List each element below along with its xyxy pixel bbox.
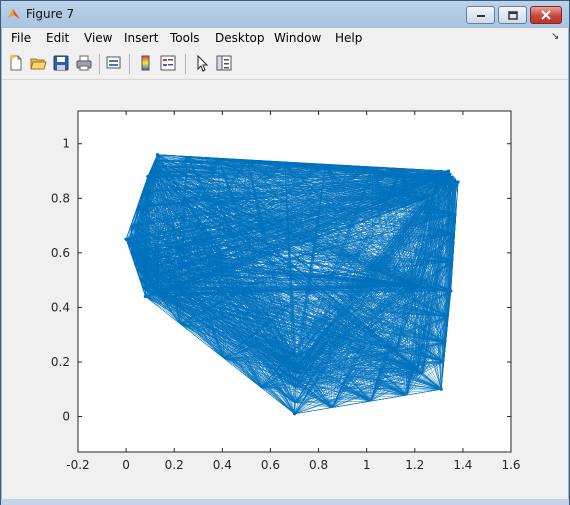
x-tick-label: -0.2	[66, 458, 89, 472]
menu-tools[interactable]: Tools	[170, 31, 200, 45]
y-tick-label: 0.8	[51, 191, 70, 205]
graph-vertex	[456, 180, 460, 184]
dock-arrow-icon[interactable]: ↘	[551, 31, 559, 42]
x-tick-label: 1.2	[405, 458, 424, 472]
graph-vertex	[124, 237, 128, 241]
close-button[interactable]	[530, 6, 562, 24]
x-tick-label: 0.6	[261, 458, 280, 472]
x-tick-label: 0.2	[165, 458, 184, 472]
minimize-icon	[476, 15, 485, 17]
menu-file[interactable]: File	[11, 31, 31, 45]
save-icon[interactable]	[52, 54, 70, 72]
toolbar-separator	[129, 54, 130, 74]
graph-vertex	[446, 169, 451, 173]
menu-view[interactable]: View	[84, 31, 112, 45]
menu-desktop[interactable]: Desktop	[215, 31, 265, 45]
menu-help[interactable]: Help	[335, 31, 362, 45]
y-tick-label: 1	[62, 137, 70, 151]
graph-vertex	[292, 412, 297, 416]
menu-window[interactable]: Window	[274, 31, 321, 45]
menu-edit[interactable]: Edit	[46, 31, 69, 45]
x-tick-label: 1.6	[501, 458, 520, 472]
x-tick-label: 1.4	[453, 458, 472, 472]
toolbar-separator	[185, 54, 186, 74]
new-figure-icon[interactable]	[7, 54, 25, 72]
menu-bar: File Edit View Insert Tools Desktop Wind…	[2, 28, 568, 49]
y-tick-label: 0.4	[51, 300, 70, 314]
graph-vertex	[155, 153, 159, 157]
y-tick-label: 0.6	[51, 246, 70, 260]
x-tick-label: 0.8	[309, 458, 328, 472]
legend-icon[interactable]	[159, 54, 177, 72]
maximize-icon	[507, 10, 518, 20]
print-icon[interactable]	[75, 54, 93, 72]
graph-vertex	[143, 294, 147, 299]
matlab-icon	[8, 9, 20, 19]
graph-vertex	[283, 161, 287, 165]
graph-vertex	[439, 387, 443, 391]
title-bar[interactable]: Figure 7	[1, 1, 569, 28]
window-bottom-border	[1, 499, 569, 505]
figure-window: Figure 7 File Edit View Insert Tools Des…	[0, 0, 570, 505]
y-tick-label: 0	[62, 410, 70, 424]
x-tick-label: 1	[363, 458, 371, 472]
maximize-button[interactable]	[498, 6, 527, 24]
window-title: Figure 7	[26, 7, 75, 21]
edit-plot-arrow-icon[interactable]	[193, 54, 211, 72]
plot-axes[interactable]: -0.2 0 0.2 0.4 0.6 0.8 1 1.2 1.4 1.6 0 0.2 0.4 0.6 0.8…	[2, 80, 568, 499]
x-tick-label: 0	[122, 458, 130, 472]
colorbar-icon[interactable]	[137, 54, 155, 72]
x-tick-label: 0.4	[213, 458, 232, 472]
minimize-button[interactable]	[466, 6, 495, 24]
graph-vertex	[146, 174, 150, 179]
figure-canvas: -0.2 0 0.2 0.4 0.6 0.8 1 1.2 1.4 1.6 0 0.2 0.4 0.6 0.8…	[2, 80, 568, 499]
menu-insert[interactable]: Insert	[124, 31, 158, 45]
close-icon	[541, 10, 551, 20]
toolbar	[2, 49, 568, 80]
toolbar-separator	[99, 54, 100, 74]
property-inspector-icon[interactable]	[215, 54, 233, 72]
link-plot-icon[interactable]	[105, 54, 123, 72]
graph-vertex	[134, 262, 138, 266]
open-file-icon[interactable]	[29, 54, 47, 72]
graph-vertex	[449, 289, 453, 293]
y-tick-label: 0.2	[51, 355, 70, 369]
